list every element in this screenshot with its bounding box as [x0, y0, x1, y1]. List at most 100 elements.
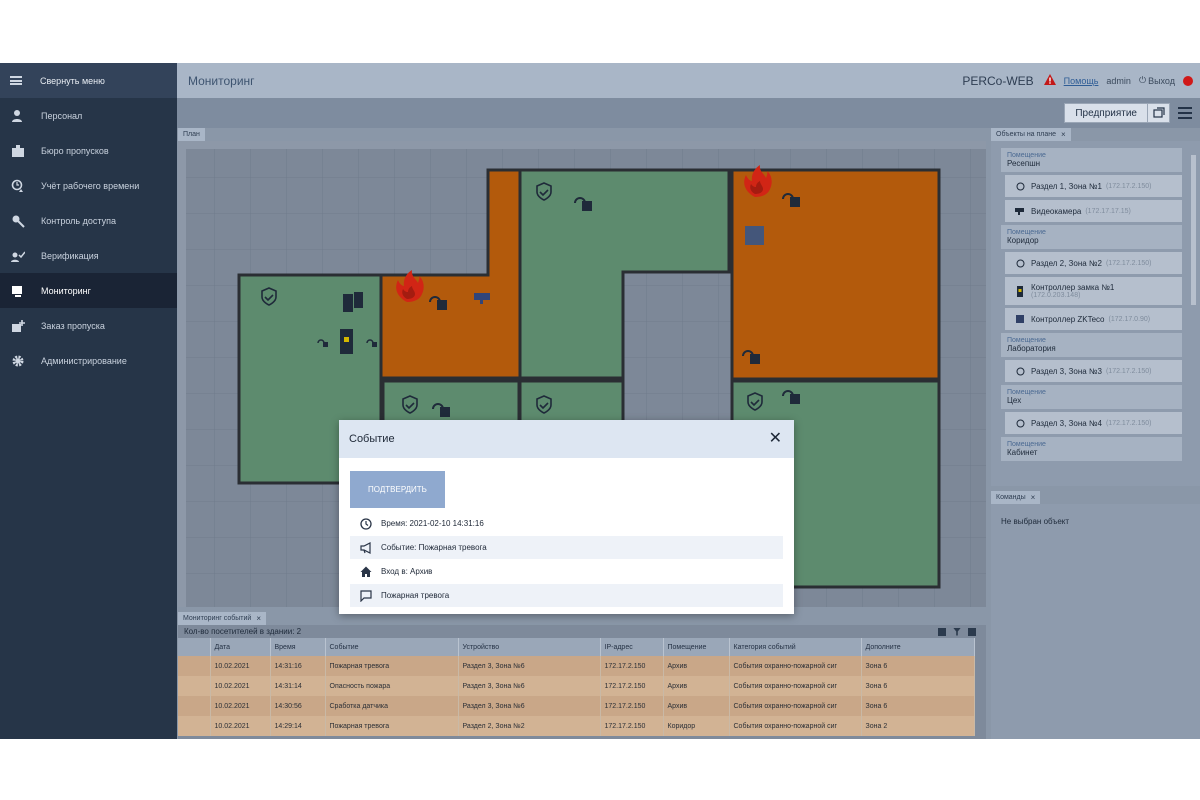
object-device[interactable]: Контроллер замка №1 (172.0.203.148)	[1005, 277, 1182, 305]
object-room-reception[interactable]: Помещение Ресепшн	[1001, 148, 1182, 172]
sidebar-item-label: Верификация	[41, 250, 99, 261]
key-icon	[9, 214, 27, 228]
table-cell: Архив	[663, 656, 730, 676]
room-caption: Помещение	[1007, 389, 1046, 396]
table-cell: Зона 6	[861, 656, 975, 676]
sidebar-item-time-tracking[interactable]: Учёт рабочего времени	[0, 168, 177, 203]
column-header[interactable]: IP-адрес	[600, 638, 664, 656]
sidebar-item-access-control[interactable]: Контроль доступа	[0, 203, 177, 238]
collapse-menu-button[interactable]: Свернуть меню	[0, 63, 177, 98]
object-device[interactable]: Контроллер ZKTeco (172.17.0.90)	[1005, 308, 1182, 330]
object-room-laboratory[interactable]: Помещение Лаборатория	[1001, 333, 1182, 357]
objects-scrollbar[interactable]	[1191, 155, 1196, 305]
device-ip: (172.17.2.150)	[1105, 419, 1152, 427]
sidebar-item-verification[interactable]: Верификация	[0, 238, 177, 273]
event-note-row: Пожарная тревога	[350, 584, 783, 607]
column-header[interactable]: Помещение	[663, 638, 730, 656]
objects-panel: Помещение Ресепшн Раздел 1, Зона №1 (172.1…	[991, 141, 1200, 486]
table-cell: События охранно-пожарной сиг	[729, 696, 862, 716]
column-header[interactable]: Событие	[325, 638, 459, 656]
column-header-select[interactable]	[178, 638, 211, 656]
logout-button[interactable]: ⏻ Выход	[1139, 75, 1175, 86]
room-archive	[730, 168, 941, 381]
more-menu-icon[interactable]	[1178, 107, 1192, 119]
room-name: Коридор	[1007, 236, 1039, 245]
room-caption: Помещение	[1007, 441, 1046, 448]
sidebar-item-pass-office[interactable]: Бюро пропусков	[0, 133, 177, 168]
object-device[interactable]: Видеокамера (172.17.17.15)	[1005, 200, 1182, 222]
warning-icon[interactable]	[1043, 74, 1056, 87]
tab-objects-on-plan[interactable]: Объекты на плане ×	[991, 128, 1071, 141]
event-note-text: Пожарная тревога	[381, 591, 450, 600]
sidebar-item-administration[interactable]: Администрирование	[0, 343, 177, 378]
sidebar: Свернуть меню Персонал Бюро пропусков Уч…	[0, 63, 177, 739]
sidebar-item-pass-order[interactable]: Заказ пропуска	[0, 308, 177, 343]
alarm-indicator-icon[interactable]	[1183, 75, 1193, 86]
tab-commands[interactable]: Команды ×	[991, 491, 1041, 504]
sidebar-item-monitoring[interactable]: Мониторинг	[0, 273, 177, 308]
app-window: Свернуть меню Персонал Бюро пропусков Уч…	[0, 63, 1200, 739]
comment-icon	[359, 589, 373, 603]
object-room-office[interactable]: Помещение Кабинет	[1001, 437, 1182, 461]
dialog-title: Событие	[349, 433, 395, 445]
column-header[interactable]: Дата	[210, 638, 271, 656]
filter-icon[interactable]	[953, 627, 961, 636]
help-link[interactable]: Помощь	[1064, 76, 1099, 86]
room-name: Лаборатория	[1007, 344, 1056, 353]
table-cell: Архив	[663, 676, 730, 696]
object-room-corridor[interactable]: Помещение Коридор	[1001, 225, 1182, 249]
sidebar-item-label: Администрирование	[41, 355, 127, 366]
object-device[interactable]: Раздел 3, Зона №4 (172.17.2.150)	[1005, 412, 1182, 434]
table-row[interactable]: 10.02.2021 14:29:14 Пожарная тревога Раздел…	[178, 716, 975, 736]
table-row[interactable]: 10.02.2021 14:31:14 Опасность пожара Раздел…	[178, 676, 975, 696]
column-header[interactable]: Время	[270, 638, 326, 656]
lock-controller-icon	[1015, 285, 1025, 297]
column-header[interactable]: Устройство	[458, 638, 601, 656]
table-row[interactable]: 10.02.2021 14:30:56 Сработка датчика Раздел…	[178, 696, 975, 716]
table-cell: 172.17.2.150	[600, 676, 664, 696]
sidebar-item-label: Заказ пропуска	[41, 320, 105, 331]
hamburger-icon	[10, 76, 22, 85]
object-room-workshop[interactable]: Помещение Цех	[1001, 385, 1182, 409]
tab-event-monitoring[interactable]: Мониторинг событий ×	[178, 612, 266, 625]
table-cell: Зона 6	[861, 696, 975, 716]
table-cell: Раздел 3, Зона №6	[458, 676, 601, 696]
export-icon[interactable]	[968, 627, 976, 636]
confirm-button[interactable]: ПОДТВЕРДИТЬ	[350, 471, 445, 508]
table-row[interactable]: 10.02.2021 14:31:16 Пожарная тревога Раздел…	[178, 656, 975, 676]
tab-plan[interactable]: План	[178, 128, 205, 141]
object-device[interactable]: Раздел 2, Зона №2 (172.17.2.150)	[1005, 252, 1182, 274]
device-ip: (172.17.0.90)	[1108, 315, 1151, 323]
sidebar-item-label: Мониторинг	[41, 285, 91, 296]
room-name: Цех	[1007, 396, 1022, 405]
object-device[interactable]: Раздел 3, Зона №3 (172.17.2.150)	[1005, 360, 1182, 382]
columns-icon[interactable]	[938, 627, 946, 636]
events-table: Дата Время Событие Устройство IP-адрес П…	[178, 638, 975, 736]
table-cell: Пожарная тревога	[325, 656, 459, 676]
commands-panel: Не выбран объект	[991, 504, 1200, 739]
close-tab-icon[interactable]: ×	[1061, 130, 1066, 139]
table-cell: Пожарная тревога	[325, 716, 459, 736]
table-cell: Архив	[663, 696, 730, 716]
top-header: Мониторинг PERCo-WEB Помощь admin ⏻ Выхо…	[177, 63, 1200, 98]
close-tab-icon[interactable]: ×	[1031, 493, 1036, 502]
column-header[interactable]: Категория событий	[729, 638, 862, 656]
person-icon	[9, 109, 27, 123]
gear-icon	[9, 354, 27, 368]
close-tab-icon[interactable]: ×	[256, 614, 261, 623]
column-header[interactable]: Дополните	[861, 638, 975, 656]
table-cell: Зона 6	[861, 676, 975, 696]
enterprise-selector[interactable]: Предприятие	[1064, 103, 1148, 123]
shield-zone-icon	[1015, 418, 1025, 428]
lock-controller-icon	[340, 329, 353, 354]
sidebar-item-personnel[interactable]: Персонал	[0, 98, 177, 133]
zkteco-icon	[1015, 314, 1025, 324]
event-type-row: Событие: Пожарная тревога	[350, 536, 783, 559]
table-cell: 10.02.2021	[210, 656, 271, 676]
close-icon[interactable]: ✕	[769, 431, 782, 447]
table-cell	[178, 676, 211, 696]
table-cell: 14:29:14	[270, 716, 326, 736]
logout-label: Выход	[1148, 75, 1175, 86]
object-device[interactable]: Раздел 1, Зона №1 (172.17.2.150)	[1005, 175, 1182, 197]
layout-toggle-button[interactable]	[1148, 103, 1170, 123]
